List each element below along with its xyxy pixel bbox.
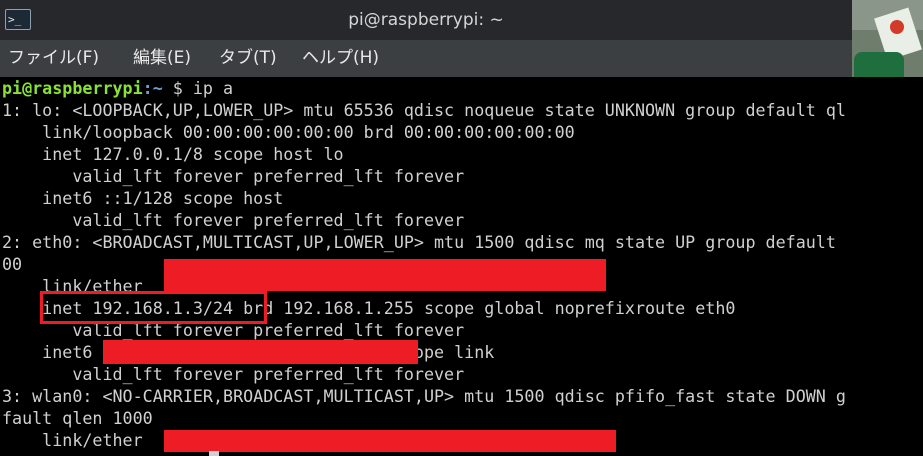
text-cursor [209,451,219,456]
redaction-mac-wlan0 [164,430,616,452]
ip-address-highlight [40,291,267,324]
desktop-background-thumbnail [852,0,923,83]
menu-bar: ファイル(F) 編集(E) タブ(T) ヘルプ(H) [0,40,852,77]
output-line: fault qlen 1000 [2,408,153,428]
output-line: valid_lft forever preferred_lft forever [2,364,465,384]
window-title: pi@raspberrypi: ~ [348,10,504,30]
menu-tabs[interactable]: タブ(T) [219,40,277,77]
menu-edit[interactable]: 編集(E) [133,40,191,77]
output-line: link/loopback 00:00:00:00:00:00 brd 00:0… [2,122,575,142]
redaction-inet6-address [103,340,418,364]
output-line: valid_lft forever preferred_lft forever [2,166,465,186]
output-line: 00 [2,254,23,274]
terminal-output[interactable]: pi@raspberrypi:~ $ ip a 1: lo: <LOOPBACK… [0,77,923,456]
output-line: inet6 ::1/128 scope host [2,188,284,208]
output-line: 1: lo: <LOOPBACK,UP,LOWER_UP> mtu 65536 … [2,100,846,120]
prompt-path: :~ [142,78,163,98]
output-line: 3: wlan0: <NO-CARRIER,BROADCAST,MULTICAS… [2,386,846,406]
output-line: valid_lft forever preferred_lft forever [2,210,465,230]
command-text: ip a [192,78,234,98]
prompt-line: pi@raspberrypi:~ $ ip a [2,77,233,99]
output-line: inet 127.0.0.1/8 scope host lo [2,144,344,164]
menu-file[interactable]: ファイル(F) [8,40,99,77]
output-line: 2: eth0: <BROADCAST,MULTICAST,UP,LOWER_U… [2,232,836,252]
redaction-mac-eth0 [164,259,606,291]
prompt-symbol: $ [162,78,193,98]
menu-help[interactable]: ヘルプ(H) [302,40,379,77]
title-bar: >_ pi@raspberrypi: ~ [0,0,852,40]
output-line: link/ether [2,430,143,450]
prompt-user: pi@raspberrypi [2,78,143,98]
